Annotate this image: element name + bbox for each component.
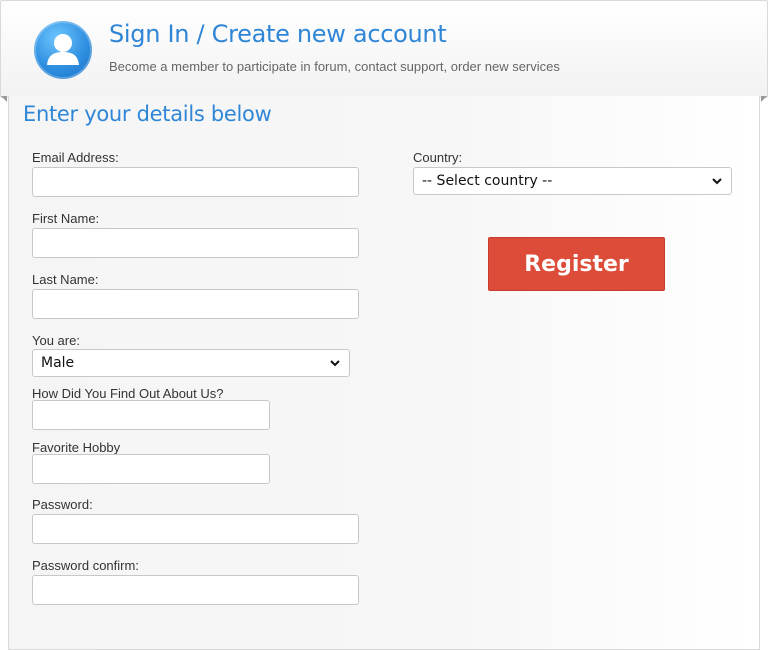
gender-label: You are: xyxy=(32,333,80,348)
user-avatar-icon xyxy=(34,21,92,79)
page-subtitle: Become a member to participate in forum,… xyxy=(109,59,560,74)
section-title: Enter your details below xyxy=(23,102,272,126)
first-name-field[interactable] xyxy=(32,228,359,258)
country-selected-value: -- Select country -- xyxy=(422,173,553,189)
password-confirm-field[interactable] xyxy=(32,575,359,605)
email-label: Email Address: xyxy=(32,150,119,165)
last-name-label: Last Name: xyxy=(32,272,99,287)
password-confirm-label: Password confirm: xyxy=(32,558,139,573)
password-field[interactable] xyxy=(32,514,359,544)
page-header: Sign In / Create new account Become a me… xyxy=(0,0,768,98)
page-title: Sign In / Create new account xyxy=(109,20,447,48)
panel-corner-left xyxy=(1,96,7,102)
hobby-label: Favorite Hobby xyxy=(32,440,121,455)
found-us-label: How Did You Find Out About Us? xyxy=(32,386,224,401)
hobby-field[interactable] xyxy=(32,454,270,484)
gender-select[interactable]: Male xyxy=(32,349,350,377)
gender-selected-value: Male xyxy=(41,355,75,371)
chevron-down-icon xyxy=(330,360,340,367)
registration-panel: Enter your details below Email Address: … xyxy=(8,96,760,650)
country-select[interactable]: -- Select country -- xyxy=(413,167,732,195)
chevron-down-icon xyxy=(712,178,722,185)
password-label: Password: xyxy=(32,497,93,512)
register-button[interactable]: Register xyxy=(488,237,665,291)
country-label: Country: xyxy=(413,150,463,165)
panel-corner-right xyxy=(761,96,767,102)
last-name-field[interactable] xyxy=(32,289,359,319)
found-us-field[interactable] xyxy=(32,400,270,430)
first-name-label: First Name: xyxy=(32,211,100,226)
email-field[interactable] xyxy=(32,167,359,197)
